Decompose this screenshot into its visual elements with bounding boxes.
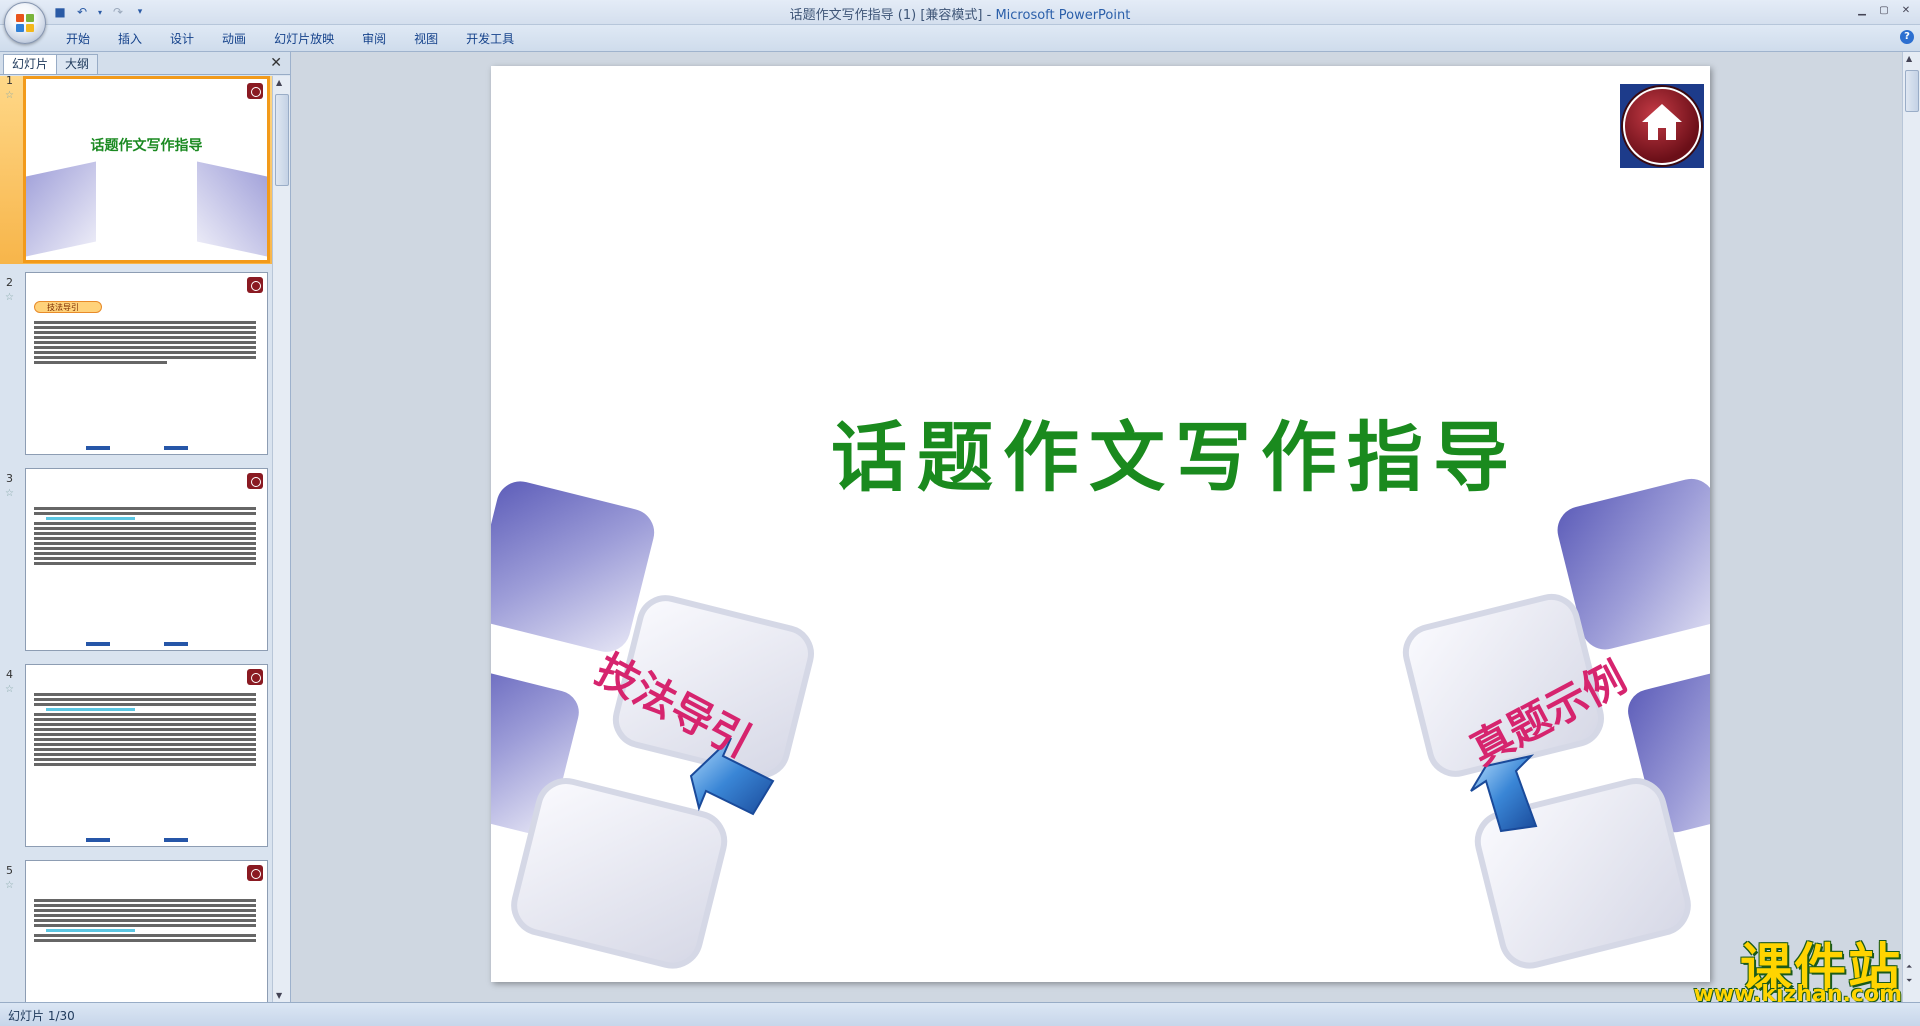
main-scrollbar[interactable]: ▲ ⏶ ⏷ xyxy=(1902,52,1920,1002)
slide-thumbnails: 1 ☆ 话题作文写作指导 2 ☆ 技法导引 3 ☆ 4 ☆ 5 ☆ xyxy=(0,76,272,1002)
slide-title[interactable]: 话题作文写作指导 xyxy=(831,396,1519,506)
office-button[interactable] xyxy=(4,2,46,44)
prev-nav-icon xyxy=(86,838,110,842)
ribbon: 开始 插入 设计 动画 幻灯片放映 审阅 视图 开发工具 ? xyxy=(0,25,1920,52)
thumb-badge: 技法导引 xyxy=(34,301,102,313)
text-lines xyxy=(34,691,256,768)
document-title: 话题作文写作指导 (1) [兼容模式] - xyxy=(789,8,996,23)
decor-shape xyxy=(197,161,267,257)
pane-scrollbar[interactable]: ▲ ▼ xyxy=(272,76,290,1002)
slide-number: 2 xyxy=(6,276,13,289)
home-icon xyxy=(1642,104,1682,140)
slide-editing-area: 技法导引 真题示例 话题作文写作指导 ▲ ⏶ ⏷ xyxy=(291,52,1920,1002)
prev-nav-icon xyxy=(86,642,110,646)
tab-slide-show[interactable]: 幻灯片放映 xyxy=(260,29,348,49)
scroll-thumb[interactable] xyxy=(1905,70,1919,112)
scroll-down-icon[interactable]: ▼ xyxy=(276,991,282,1000)
slide-thumbnail-5[interactable]: 5 ☆ xyxy=(0,860,272,1002)
home-icon xyxy=(247,865,263,881)
home-icon xyxy=(247,669,263,685)
slide-preview: 话题作文写作指导 xyxy=(23,76,270,263)
tab-developer[interactable]: 开发工具 xyxy=(452,29,528,49)
tab-outline[interactable]: 大纲 xyxy=(56,54,99,74)
slides-pane: 幻灯片 大纲 ✕ 1 ☆ 话题作文写作指导 2 ☆ 技法导引 3 ☆ 4 ☆ 5… xyxy=(0,52,291,1002)
home-icon xyxy=(247,83,263,99)
help-icon[interactable]: ? xyxy=(1900,30,1914,44)
thumb-title: 话题作文写作指导 xyxy=(90,138,203,154)
title-bar: ■ ↶ ▾ ↷ ▾ 话题作文写作指导 (1) [兼容模式] - Microsof… xyxy=(0,0,1920,44)
slide-thumbnail-3[interactable]: 3 ☆ xyxy=(0,468,272,658)
next-nav-icon xyxy=(164,838,188,842)
slide-thumbnail-4[interactable]: 4 ☆ xyxy=(0,664,272,854)
slide-preview xyxy=(25,468,268,651)
slide-decorations: 技法导引 真题示例 xyxy=(491,474,1710,969)
slide-thumbnail-1[interactable]: 1 ☆ 话题作文写作指导 xyxy=(0,76,272,264)
next-slide-icon[interactable]: ⏷ xyxy=(1906,976,1912,986)
slide-number: 3 xyxy=(6,472,13,485)
home-icon xyxy=(247,473,263,489)
text-lines xyxy=(34,897,256,944)
slide-number: 4 xyxy=(6,668,13,681)
pane-tabs: 幻灯片 大纲 ✕ xyxy=(0,52,290,75)
scroll-thumb[interactable] xyxy=(275,94,289,186)
window-title: 话题作文写作指导 (1) [兼容模式] - Microsoft PowerPoi… xyxy=(0,4,1920,23)
slide-indicator: 幻灯片 1/30 xyxy=(8,1009,75,1023)
text-lines xyxy=(34,319,256,366)
slide-preview xyxy=(25,664,268,847)
home-icon xyxy=(247,277,263,293)
tab-review[interactable]: 审阅 xyxy=(348,29,400,49)
slide-canvas[interactable]: 技法导引 真题示例 话题作文写作指导 xyxy=(491,66,1710,982)
animation-star-icon: ☆ xyxy=(5,684,14,695)
scroll-up-icon[interactable]: ▲ xyxy=(276,78,282,87)
ribbon-tabs: 开始 插入 设计 动画 幻灯片放映 审阅 视图 开发工具 xyxy=(52,29,528,49)
minimize-icon[interactable]: ▁ xyxy=(1852,2,1872,18)
watermark: 课件站 www.kjzhan.com xyxy=(1668,930,1906,1007)
next-nav-icon xyxy=(164,642,188,646)
close-icon[interactable]: ✕ xyxy=(1896,2,1916,18)
home-button[interactable] xyxy=(1620,84,1704,168)
tab-slides[interactable]: 幻灯片 xyxy=(3,54,58,74)
scroll-up-icon[interactable]: ▲ xyxy=(1906,54,1912,63)
status-bar: 幻灯片 1/30 xyxy=(0,1002,1920,1026)
animation-star-icon: ☆ xyxy=(5,90,14,101)
animation-star-icon: ☆ xyxy=(5,880,14,891)
slide-preview xyxy=(25,860,268,1002)
prev-nav-icon xyxy=(86,446,110,450)
decor-shape xyxy=(26,161,96,257)
tab-design[interactable]: 设计 xyxy=(156,29,208,49)
text-lines xyxy=(34,505,256,567)
animation-star-icon: ☆ xyxy=(5,292,14,303)
close-pane-icon[interactable]: ✕ xyxy=(270,55,282,71)
slide-number: 1 xyxy=(6,76,13,87)
app-name: Microsoft PowerPoint xyxy=(995,8,1131,23)
tab-animations[interactable]: 动画 xyxy=(208,29,260,49)
window-controls: ▁ ▢ ✕ xyxy=(1852,2,1916,18)
tab-insert[interactable]: 插入 xyxy=(104,29,156,49)
slide-preview: 技法导引 xyxy=(25,272,268,455)
maximize-icon[interactable]: ▢ xyxy=(1874,2,1894,18)
tab-view[interactable]: 视图 xyxy=(400,29,452,49)
animation-star-icon: ☆ xyxy=(5,488,14,499)
next-nav-icon xyxy=(164,446,188,450)
tab-home[interactable]: 开始 xyxy=(52,29,104,49)
office-logo-icon xyxy=(16,14,34,32)
slide-number: 5 xyxy=(6,864,13,877)
slide-thumbnail-2[interactable]: 2 ☆ 技法导引 xyxy=(0,272,272,462)
prev-slide-icon[interactable]: ⏶ xyxy=(1906,962,1912,972)
